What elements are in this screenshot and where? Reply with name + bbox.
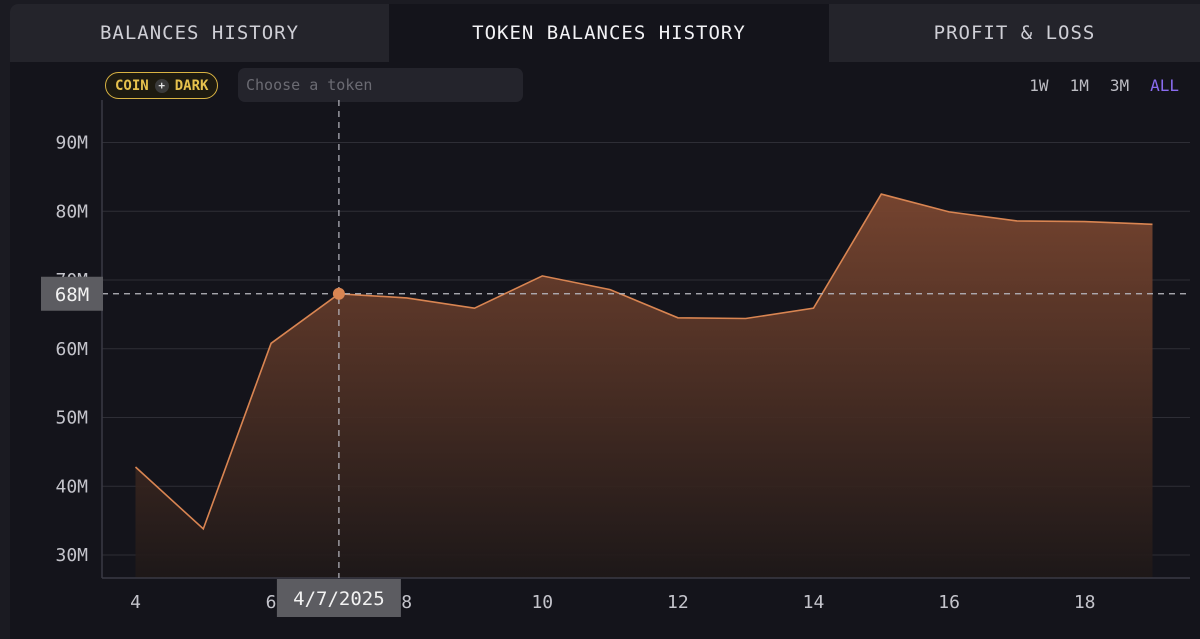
x-tick-label: 16 (938, 592, 960, 613)
app-frame: BALANCES HISTORY TOKEN BALANCES HISTORY … (10, 4, 1200, 639)
token-balance-chart[interactable]: 30M40M50M60M70M80M90M4681012141618 68M4/… (10, 4, 1200, 639)
crosshair-point (332, 287, 345, 300)
y-tick-label: 30M (55, 545, 88, 566)
x-tick-label: 6 (266, 592, 277, 613)
crosshair-x-label: 4/7/2025 (293, 588, 385, 610)
y-tick-label: 90M (55, 133, 88, 154)
y-tick-label: 40M (55, 476, 88, 497)
x-tick-label: 12 (667, 592, 689, 613)
x-tick-label: 4 (130, 592, 141, 613)
series-area (135, 194, 1153, 578)
x-tick-label: 14 (803, 592, 825, 613)
y-tick-label: 50M (55, 408, 88, 429)
x-tick-label: 8 (401, 592, 412, 613)
x-tick-label: 10 (531, 592, 553, 613)
y-tick-label: 60M (55, 339, 88, 360)
crosshair-y-label: 68M (55, 284, 89, 306)
y-tick-label: 80M (55, 201, 88, 222)
x-tick-label: 18 (1074, 592, 1096, 613)
